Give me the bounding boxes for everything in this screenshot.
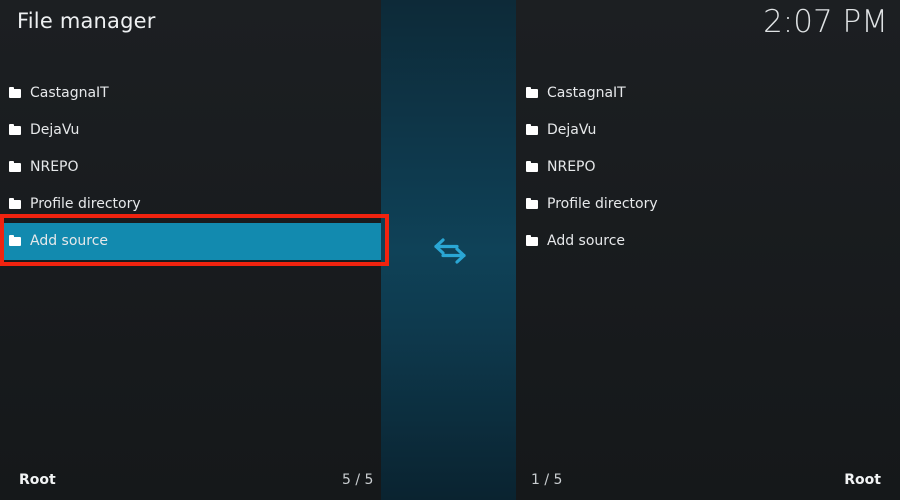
list-item-dejavu[interactable]: DejaVu xyxy=(516,112,900,149)
left-path-label: Root xyxy=(19,472,56,488)
clock: 2:07 PM xyxy=(763,4,888,40)
list-item-castagnait[interactable]: CastagnaIT xyxy=(0,75,381,112)
list-item-label: CastagnaIT xyxy=(547,85,626,101)
left-item-count: 5 / 5 xyxy=(342,472,374,488)
right-path-label: Root xyxy=(844,472,881,488)
list-item-label: DejaVu xyxy=(547,122,597,138)
folder-icon xyxy=(526,198,538,209)
list-item-label: CastagnaIT xyxy=(30,85,109,101)
folder-icon xyxy=(526,235,538,246)
folder-icon xyxy=(9,235,21,246)
list-item-nrepo[interactable]: NREPO xyxy=(516,149,900,186)
page-title: File manager xyxy=(17,9,156,33)
folder-icon xyxy=(9,198,21,209)
list-item-label: DejaVu xyxy=(30,122,80,138)
left-file-list: CastagnaIT DejaVu NREPO Profile director… xyxy=(0,75,381,260)
list-item-add-source[interactable]: Add source xyxy=(516,223,900,260)
swap-arrows-icon[interactable] xyxy=(433,236,467,266)
folder-icon xyxy=(9,161,21,172)
right-item-count: 1 / 5 xyxy=(531,472,563,488)
list-item-add-source[interactable]: Add source xyxy=(0,223,381,260)
folder-icon xyxy=(526,124,538,135)
list-item-label: Add source xyxy=(30,233,109,249)
list-item-dejavu[interactable]: DejaVu xyxy=(0,112,381,149)
list-item-label: Profile directory xyxy=(547,196,658,212)
right-file-list: CastagnaIT DejaVu NREPO Profile director… xyxy=(516,75,900,260)
list-item-castagnait[interactable]: CastagnaIT xyxy=(516,75,900,112)
list-item-label: NREPO xyxy=(547,159,596,175)
list-item-label: NREPO xyxy=(30,159,79,175)
folder-icon xyxy=(526,161,538,172)
list-item-profile-directory[interactable]: Profile directory xyxy=(516,186,900,223)
list-item-nrepo[interactable]: NREPO xyxy=(0,149,381,186)
folder-icon xyxy=(9,87,21,98)
list-item-label: Profile directory xyxy=(30,196,141,212)
folder-icon xyxy=(9,124,21,135)
folder-icon xyxy=(526,87,538,98)
list-item-profile-directory[interactable]: Profile directory xyxy=(0,186,381,223)
list-item-label: Add source xyxy=(547,233,626,249)
